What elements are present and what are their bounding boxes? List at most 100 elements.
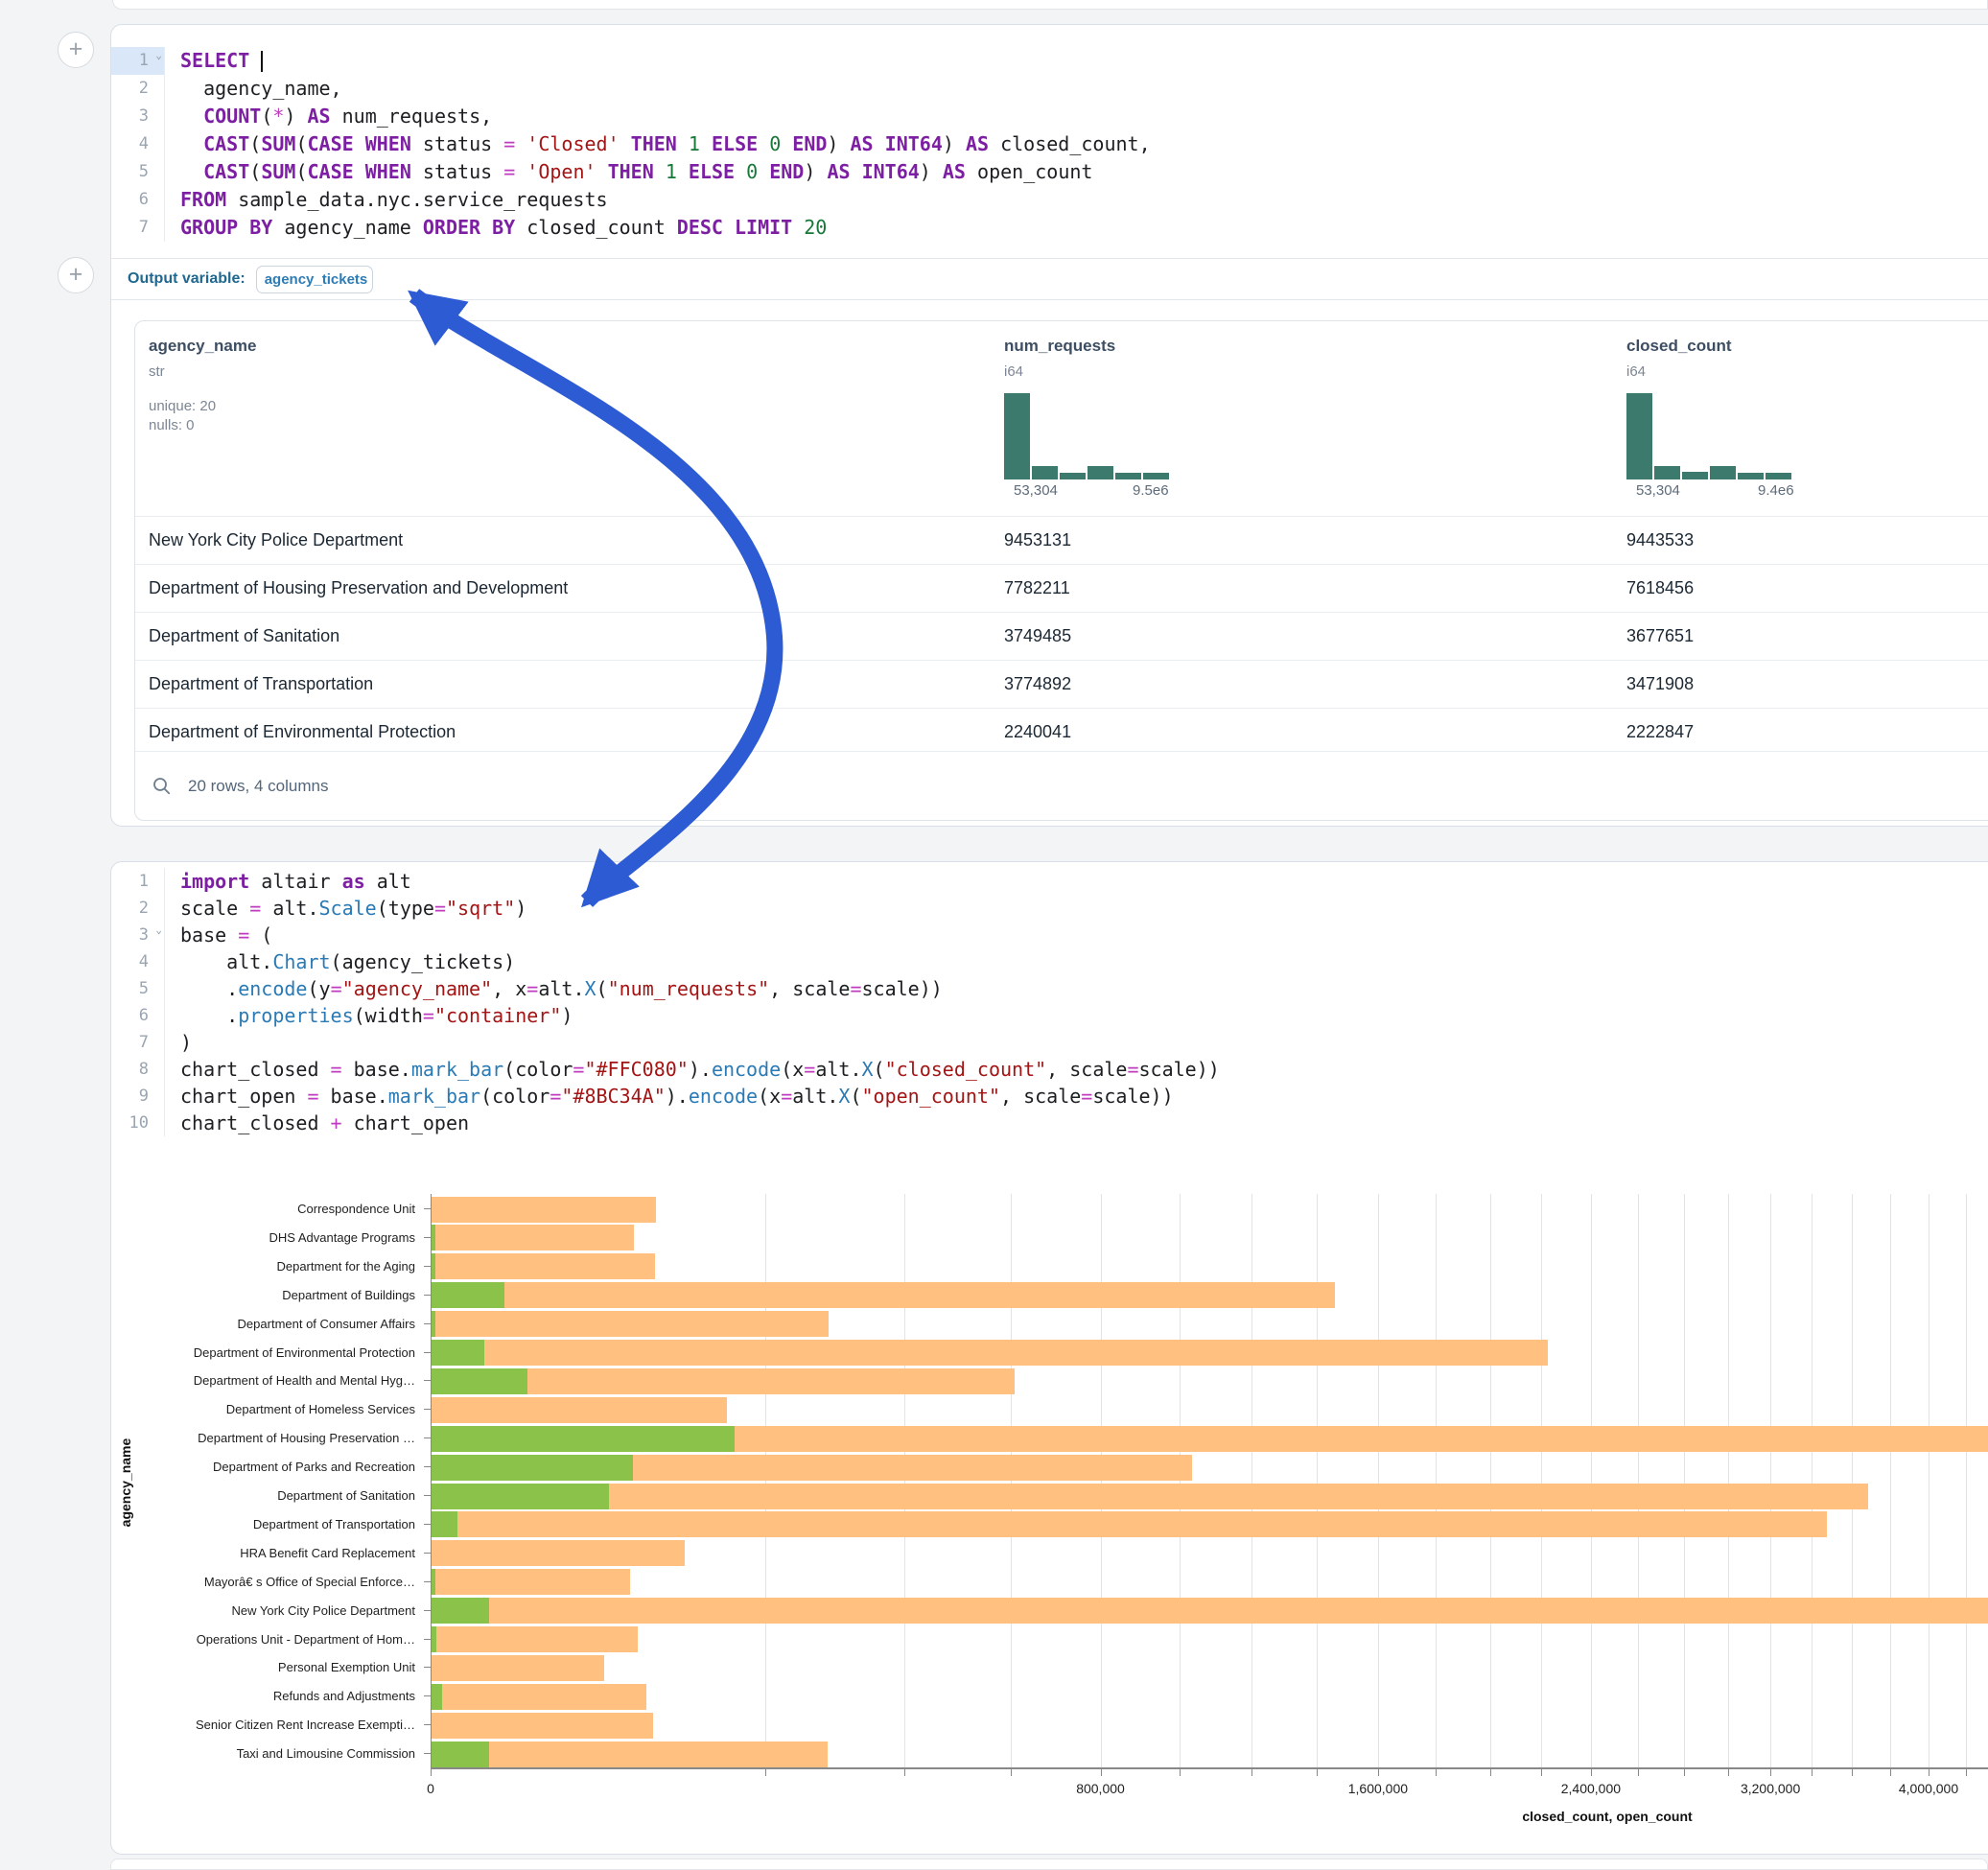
gridline (1251, 1194, 1252, 1767)
closed-count-bar[interactable] (432, 1626, 638, 1652)
axis-tick (1812, 1769, 1813, 1776)
closed-count-bar[interactable] (432, 1253, 655, 1279)
closed-count-bar[interactable] (432, 1397, 727, 1423)
axis-tick (1541, 1769, 1542, 1776)
table-row[interactable]: Department of Sanitation37494853677651 (135, 612, 1988, 660)
open-count-bar[interactable] (432, 1598, 489, 1624)
y-axis-line (431, 1194, 432, 1767)
table-row[interactable]: New York City Police Department945313194… (135, 516, 1988, 564)
open-count-bar[interactable] (432, 1484, 609, 1509)
line-number: 2 (111, 895, 165, 922)
code-line[interactable]: 3⌄base = ( (111, 922, 1988, 948)
open-count-bar[interactable] (432, 1253, 435, 1279)
open-count-bar[interactable] (432, 1626, 436, 1652)
code-line[interactable]: 7GROUP BY agency_name ORDER BY closed_co… (111, 214, 1988, 242)
y-category-label: Department of Homeless Services (226, 1402, 415, 1416)
closed-count-bar[interactable] (432, 1511, 1827, 1537)
open-count-bar[interactable] (432, 1741, 489, 1767)
y-category-label: Mayorâ€ s Office of Special Enforce… (204, 1575, 415, 1589)
code-line[interactable]: 6 .properties(width="container") (111, 1002, 1988, 1029)
line-number: 6 (111, 186, 165, 214)
axis-tick (1929, 1769, 1930, 1776)
closed-count-bar[interactable] (432, 1282, 1335, 1308)
y-axis-tick (424, 1237, 431, 1238)
open-count-bar[interactable] (432, 1511, 457, 1537)
axis-tick (1436, 1769, 1437, 1776)
table-row[interactable]: Department of Transportation377489234719… (135, 660, 1988, 708)
data-preview-table: agency_name str unique: 20 nulls: 0 num_… (134, 320, 1988, 821)
histogram-bar (1654, 466, 1680, 479)
table-cell: Department of Housing Preservation and D… (149, 565, 568, 612)
closed-count-bar[interactable] (432, 1311, 829, 1337)
closed-count-bar[interactable] (432, 1340, 1548, 1366)
python-code-editor[interactable]: 1import altair as alt2scale = alt.Scale(… (111, 868, 1988, 1136)
y-axis-tick (424, 1667, 431, 1668)
code-line[interactable]: 4 alt.Chart(agency_tickets) (111, 948, 1988, 975)
closed-count-bar[interactable] (432, 1684, 646, 1710)
code-line[interactable]: 5 .encode(y="agency_name", x=alt.X("num_… (111, 975, 1988, 1002)
table-row[interactable]: Department of Environmental Protection22… (135, 708, 1988, 756)
closed-count-bar[interactable] (432, 1225, 634, 1251)
table-row[interactable]: Department of Housing Preservation and D… (135, 564, 1988, 612)
line-number: 9 (111, 1083, 165, 1110)
column-header-num-requests[interactable]: num_requests i64 (1004, 337, 1115, 380)
gridline (1638, 1194, 1639, 1767)
code-line[interactable]: 5 CAST(SUM(CASE WHEN status = 'Open' THE… (111, 158, 1988, 186)
closed-count-bar[interactable] (432, 1713, 653, 1739)
code-text: base = ( (165, 922, 272, 948)
closed-count-bar[interactable] (432, 1569, 630, 1595)
code-line[interactable]: 8chart_closed = base.mark_bar(color="#FF… (111, 1056, 1988, 1083)
closed-count-bar[interactable] (432, 1197, 656, 1223)
gridline (904, 1194, 905, 1767)
y-axis-tick (424, 1553, 431, 1554)
code-line[interactable]: 6FROM sample_data.nyc.service_requests (111, 186, 1988, 214)
open-count-bar[interactable] (432, 1340, 484, 1366)
closed-count-bar[interactable] (432, 1741, 828, 1767)
x-tick-label: 800,000 (1076, 1781, 1125, 1796)
fold-chevron-icon[interactable]: ⌄ (155, 50, 162, 60)
open-count-bar[interactable] (432, 1282, 504, 1308)
table-cell: 3749485 (1004, 613, 1071, 660)
axis-tick (1378, 1769, 1379, 1776)
code-line[interactable]: 4 CAST(SUM(CASE WHEN status = 'Closed' T… (111, 130, 1988, 158)
code-line[interactable]: 1import altair as alt (111, 868, 1988, 895)
open-count-bar[interactable] (432, 1368, 527, 1394)
open-count-bar[interactable] (432, 1684, 442, 1710)
add-cell-button-output[interactable]: + (58, 257, 94, 293)
column-header-closed-count[interactable]: closed_count i64 (1626, 337, 1732, 380)
open-count-bar[interactable] (432, 1426, 735, 1452)
add-cell-button-top[interactable]: + (58, 32, 94, 68)
code-text: .properties(width="container") (165, 1002, 573, 1029)
gridline (1591, 1194, 1592, 1767)
search-icon[interactable] (152, 777, 172, 796)
closed-count-bar[interactable] (432, 1540, 685, 1566)
code-line[interactable]: 7) (111, 1029, 1988, 1056)
code-line[interactable]: 2 agency_name, (111, 75, 1988, 103)
fold-chevron-icon[interactable]: ⌄ (155, 924, 162, 935)
axis-tick (1770, 1769, 1771, 1776)
sql-code-editor[interactable]: 1⌄SELECT 2 agency_name,3 COUNT(*) AS num… (111, 47, 1988, 242)
closed-count-bar[interactable] (432, 1598, 1988, 1624)
line-number: 2 (111, 75, 165, 103)
axis-tick (1966, 1769, 1967, 1776)
column-header-agency-name[interactable]: agency_name str unique: 20 nulls: 0 (149, 337, 256, 435)
axis-tick (1638, 1769, 1639, 1776)
gridline (1890, 1194, 1891, 1767)
closed-count-bar[interactable] (432, 1655, 604, 1681)
open-count-bar[interactable] (432, 1225, 435, 1251)
open-count-bar[interactable] (432, 1311, 435, 1337)
code-line[interactable]: 9chart_open = base.mark_bar(color="#8BC3… (111, 1083, 1988, 1110)
open-count-bar[interactable] (432, 1569, 435, 1595)
output-variable-pill[interactable]: agency_tickets (256, 266, 373, 293)
code-line[interactable]: 2scale = alt.Scale(type="sqrt") (111, 895, 1988, 922)
closed-count-bar[interactable] (432, 1484, 1868, 1509)
y-axis-tick (424, 1581, 431, 1582)
gridline (1770, 1194, 1771, 1767)
code-text: scale = alt.Scale(type="sqrt") (165, 895, 526, 922)
line-number: 7 (111, 1029, 165, 1056)
code-line[interactable]: 10chart_closed + chart_open (111, 1110, 1988, 1136)
code-line[interactable]: 3 COUNT(*) AS num_requests, (111, 103, 1988, 130)
histogram-bar (1143, 473, 1169, 479)
open-count-bar[interactable] (432, 1455, 633, 1481)
code-line[interactable]: 1⌄SELECT (111, 47, 1988, 75)
